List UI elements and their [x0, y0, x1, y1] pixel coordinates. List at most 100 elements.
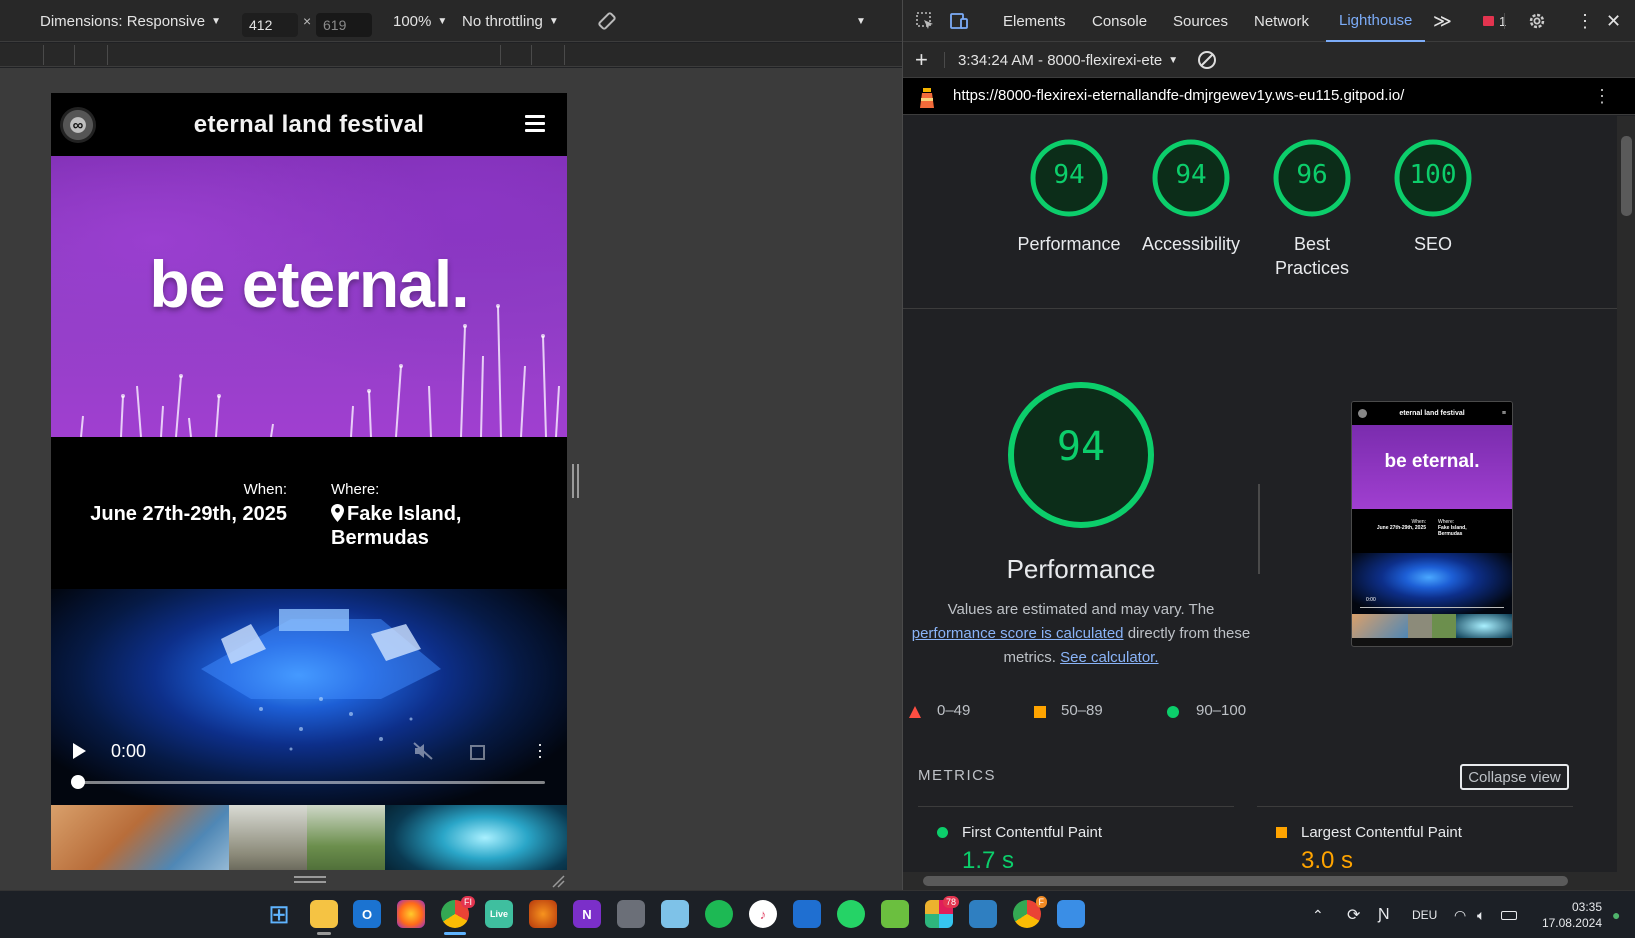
scrollbar-thumb[interactable] — [1621, 136, 1632, 216]
final-screenshot[interactable]: eternal land festival ≡ be eternal. When… — [1351, 401, 1513, 647]
resize-handle-right[interactable] — [572, 464, 579, 498]
issues-count: 1 — [1499, 13, 1507, 29]
collapse-view-button[interactable]: Collapse view — [1460, 764, 1569, 790]
volume-icon[interactable]: 🔈︎ — [1477, 891, 1485, 938]
zoom-dropdown[interactable]: 100% ▼ — [393, 0, 447, 42]
chrome-secondary-icon[interactable]: F — [1013, 896, 1047, 928]
performance-gauge: 94 — [903, 379, 1259, 531]
legend-range-average: 50–89 — [1061, 702, 1103, 719]
score-gauge-performance[interactable]: 94 Performance — [1007, 138, 1131, 256]
scrollbar-thumb[interactable] — [923, 876, 1568, 886]
tab-elements[interactable]: Elements — [1003, 0, 1066, 42]
lighthouse-toolbar: + 3:34:24 AM - 8000-flexirexi-ete ▼ — [903, 42, 1635, 78]
hamburger-menu-icon[interactable] — [525, 115, 545, 136]
whatsapp-icon[interactable] — [837, 900, 865, 928]
vertical-scrollbar[interactable] — [1617, 116, 1635, 872]
paint-icon[interactable] — [1057, 900, 1085, 928]
devtools-panel: Elements Console Sources Network Lightho… — [902, 0, 1635, 890]
video-progress-thumb[interactable] — [71, 775, 85, 789]
resize-handle-bottom[interactable] — [51, 870, 567, 890]
screenshot-video: 0:00 — [1352, 553, 1512, 614]
report-selector-label: 3:34:24 AM - 8000-flexirexi-ete — [958, 51, 1163, 69]
legend-range-pass: 90–100 — [1196, 702, 1247, 719]
tab-lighthouse[interactable]: Lighthouse — [1326, 0, 1426, 42]
monitor-icon[interactable] — [969, 900, 997, 928]
device-toolbar-more-icon[interactable]: ▼ — [856, 0, 866, 42]
language-indicator[interactable]: DEU — [1412, 891, 1437, 938]
report-url: https://8000-flexirexi-eternallandfe-dmj… — [953, 87, 1405, 104]
play-icon[interactable] — [73, 743, 86, 759]
sync-icon[interactable]: ⟳ — [1347, 891, 1360, 938]
festival-logo[interactable]: ∞ — [60, 107, 96, 143]
search-app-icon[interactable] — [661, 900, 689, 928]
onenote-icon[interactable]: N — [573, 900, 601, 928]
rotate-icon[interactable] — [596, 0, 618, 42]
height-input[interactable]: 619 — [316, 13, 372, 37]
more-tabs-icon[interactable]: ≫ — [1433, 0, 1452, 42]
inspect-element-icon[interactable] — [915, 11, 935, 31]
spotify-icon[interactable] — [705, 900, 733, 928]
notepad-icon[interactable] — [881, 900, 909, 928]
performance-description: Values are estimated and may vary. The p… — [907, 598, 1255, 670]
more-options-icon[interactable]: · · · — [537, 735, 543, 765]
itunes-icon[interactable]: ♪ — [749, 900, 777, 928]
score-label: Accessibility — [1141, 234, 1241, 254]
url-menu-icon[interactable]: ⋮ — [1593, 86, 1611, 107]
device-toolbar-toggle-icon[interactable] — [949, 11, 969, 31]
video-progress-track[interactable] — [79, 781, 545, 784]
score-gauge-accessibility[interactable]: 94 Accessibility — [1129, 138, 1253, 256]
zoom-label: 100% — [393, 12, 432, 30]
score-gauge-seo[interactable]: 100 SEO — [1371, 138, 1495, 256]
resize-corner-icon[interactable] — [551, 874, 565, 888]
system-clock[interactable]: 03:35 17.08.2024 — [1530, 899, 1602, 931]
width-input[interactable]: 412 — [242, 13, 298, 37]
score-label: SEO — [1413, 234, 1452, 254]
notification-bell-icon[interactable]: ● — [1612, 891, 1620, 938]
outlook-icon[interactable]: O — [353, 900, 381, 928]
festival-video[interactable]: 0:00 · · · — [51, 589, 567, 805]
issues-indicator[interactable]: 1 — [1483, 0, 1506, 42]
tray-overflow-icon[interactable]: ⌃ — [1312, 891, 1324, 938]
score-ring: 96 — [1272, 138, 1352, 218]
emulated-page: ∞ eternal land festival be eternal. When… — [51, 93, 567, 890]
dimensions-dropdown[interactable]: Dimensions: Responsive ▼ — [40, 0, 221, 42]
clear-reports-icon[interactable] — [1197, 50, 1217, 70]
customize-menu-icon[interactable]: ⋮ — [1576, 0, 1594, 42]
start-button[interactable]: ⊞ — [265, 899, 293, 929]
tab-network[interactable]: Network — [1254, 0, 1309, 42]
battery-icon[interactable] — [1501, 891, 1517, 938]
metric-largest-contentful-paint: Largest Contentful Paint 3.0 s — [1276, 824, 1462, 872]
fullscreen-icon[interactable] — [470, 745, 485, 760]
score-gauge-best-practices[interactable]: 96 Best Practices — [1250, 138, 1374, 280]
close-devtools-icon[interactable]: ✕ — [1606, 0, 1621, 42]
fl-studio-icon[interactable] — [529, 900, 557, 928]
wifi-icon[interactable]: ◠ — [1454, 891, 1466, 938]
firefox-icon[interactable] — [397, 900, 425, 928]
devtools-tabbar: Elements Console Sources Network Lightho… — [903, 0, 1635, 42]
see-calculator-link[interactable]: See calculator. — [1060, 649, 1158, 666]
chevron-down-icon: ▼ — [548, 15, 559, 27]
screenshot-gallery — [1352, 614, 1512, 638]
throttling-dropdown[interactable]: No throttling ▼ — [462, 0, 559, 42]
new-report-button[interactable]: + — [915, 42, 928, 78]
calculator-icon[interactable] — [617, 900, 645, 928]
report-selector[interactable]: 3:34:24 AM - 8000-flexirexi-ete ▼ — [958, 42, 1178, 78]
file-explorer-icon[interactable] — [310, 900, 338, 935]
tab-console[interactable]: Console — [1092, 0, 1147, 42]
location-pin-icon — [331, 504, 344, 522]
score-calculated-link[interactable]: performance score is calculated — [912, 625, 1124, 642]
settings-gear-icon[interactable] — [1527, 11, 1547, 31]
where-value-line1: Fake Island, — [347, 503, 462, 525]
chrome-icon[interactable]: FI — [441, 896, 475, 935]
live-icon[interactable]: Live — [485, 900, 513, 928]
trello-icon[interactable] — [793, 900, 821, 928]
notion-icon[interactable]: Ɲ — [1378, 891, 1390, 938]
media-query-ruler — [0, 43, 902, 67]
category-scores: 94 Performance 94 Accessibility 96 Best P… — [903, 116, 1617, 309]
tab-sources[interactable]: Sources — [1173, 0, 1228, 42]
mute-icon[interactable] — [413, 742, 433, 760]
average-square-icon — [1276, 827, 1287, 838]
score-legend: 0–49 50–89 90–100 — [903, 702, 1263, 726]
horizontal-scrollbar[interactable] — [903, 872, 1635, 890]
slack-icon[interactable]: 78 — [925, 896, 959, 928]
